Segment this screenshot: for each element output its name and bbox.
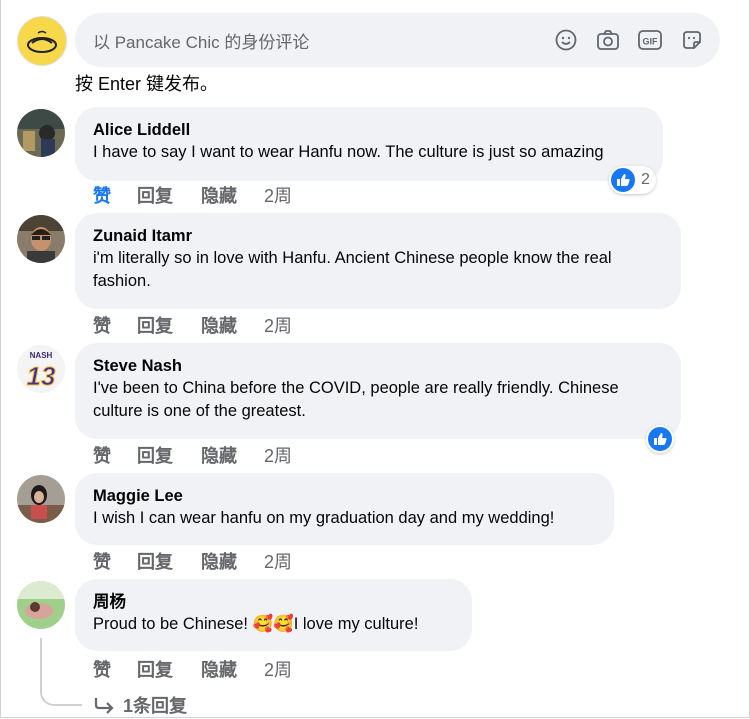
avatar[interactable] xyxy=(17,109,65,157)
comment-bubble: Maggie Lee I wish I can wear hanfu on my… xyxy=(75,473,614,545)
camera-icon[interactable] xyxy=(594,26,622,54)
sticker-icon[interactable] xyxy=(678,26,706,54)
reaction-badge[interactable]: 2 xyxy=(609,166,656,194)
comment-author[interactable]: 周杨 xyxy=(93,591,454,613)
comment-author[interactable]: Zunaid Itamr xyxy=(93,225,663,247)
comment-author[interactable]: Steve Nash xyxy=(93,355,663,377)
comment-bubble: Zunaid Itamr i'm literally so in love wi… xyxy=(75,213,681,309)
comment-timestamp[interactable]: 2周 xyxy=(264,442,292,468)
like-button[interactable]: 赞 xyxy=(93,442,137,468)
gif-icon[interactable]: GIF xyxy=(636,26,664,54)
svg-text:13: 13 xyxy=(27,361,56,391)
replies-count-label: 1条回复 xyxy=(123,696,188,716)
thumbs-up-icon xyxy=(611,168,635,192)
comment-text-line: culture is one of the greatest. xyxy=(93,402,306,420)
comment-timestamp[interactable]: 2周 xyxy=(264,182,292,208)
comment-author[interactable]: Alice Liddell xyxy=(93,119,645,141)
avatar[interactable] xyxy=(17,581,65,629)
comment-text: I wish I can wear hanfu on my graduation… xyxy=(93,509,555,527)
reply-button[interactable]: 回复 xyxy=(137,312,201,338)
like-button[interactable]: 赞 xyxy=(93,656,137,682)
smiling-face-with-hearts-emoji: 🥰🥰 xyxy=(252,615,294,633)
post-hint: 按 Enter 键发布。 xyxy=(75,74,219,94)
comment-text-line: fashion. xyxy=(93,272,151,290)
comment-text-start: Proud to be Chinese! xyxy=(93,615,253,633)
reply-button[interactable]: 回复 xyxy=(137,548,201,574)
comment-text-end: I love my culture! xyxy=(293,615,419,633)
like-button[interactable]: 赞 xyxy=(93,182,137,208)
comment-timestamp[interactable]: 2周 xyxy=(264,312,292,338)
avatar[interactable] xyxy=(17,475,65,523)
avatar[interactable] xyxy=(17,215,65,263)
svg-text:NASH: NASH xyxy=(30,351,53,360)
reply-button[interactable]: 回复 xyxy=(137,442,201,468)
comment-timestamp[interactable]: 2周 xyxy=(264,656,292,682)
reply-thread-line xyxy=(40,638,82,706)
reply-button[interactable]: 回复 xyxy=(137,656,201,682)
reaction-count: 2 xyxy=(641,171,650,188)
hide-button[interactable]: 隐藏 xyxy=(201,312,264,338)
comment-text: I have to say I want to wear Hanfu now. … xyxy=(93,143,604,161)
like-button[interactable]: 赞 xyxy=(93,312,137,338)
comment-input[interactable]: 以 Pancake Chic 的身份评论 GIF xyxy=(75,13,720,67)
comment-author[interactable]: Maggie Lee xyxy=(93,485,596,507)
reply-button[interactable]: 回复 xyxy=(137,182,201,208)
emoji-icon[interactable] xyxy=(552,26,580,54)
page-avatar[interactable] xyxy=(17,16,67,66)
pancake-logo-icon xyxy=(18,17,66,65)
jersey-logo: NASH 13 xyxy=(17,345,65,393)
comment-input-placeholder: 以 Pancake Chic 的身份评论 xyxy=(93,33,310,52)
hide-button[interactable]: 隐藏 xyxy=(201,656,264,682)
reply-arrow-icon xyxy=(94,698,114,714)
view-replies-link[interactable]: 1条回复 xyxy=(93,692,187,718)
comment-bubble: 周杨 Proud to be Chinese! 🥰🥰I love my cult… xyxy=(75,579,472,651)
comment-text: Proud to be Chinese! 🥰🥰I love my culture… xyxy=(93,613,454,636)
like-button[interactable]: 赞 xyxy=(93,548,137,574)
avatar[interactable]: NASH 13 xyxy=(17,345,65,393)
hide-button[interactable]: 隐藏 xyxy=(201,182,264,208)
hide-button[interactable]: 隐藏 xyxy=(201,442,264,468)
reaction-badge[interactable] xyxy=(646,425,674,453)
hide-button[interactable]: 隐藏 xyxy=(201,548,264,574)
svg-text:GIF: GIF xyxy=(643,37,659,47)
thumbs-up-icon xyxy=(648,427,672,451)
comment-bubble: Steve Nash I've been to China before the… xyxy=(75,343,681,439)
comment-text-line: I've been to China before the COVID, peo… xyxy=(93,379,619,397)
comment-timestamp[interactable]: 2周 xyxy=(264,548,292,574)
comment-text-line: i'm literally so in love with Hanfu. Anc… xyxy=(93,249,612,267)
comment-bubble: Alice Liddell I have to say I want to we… xyxy=(75,107,663,181)
